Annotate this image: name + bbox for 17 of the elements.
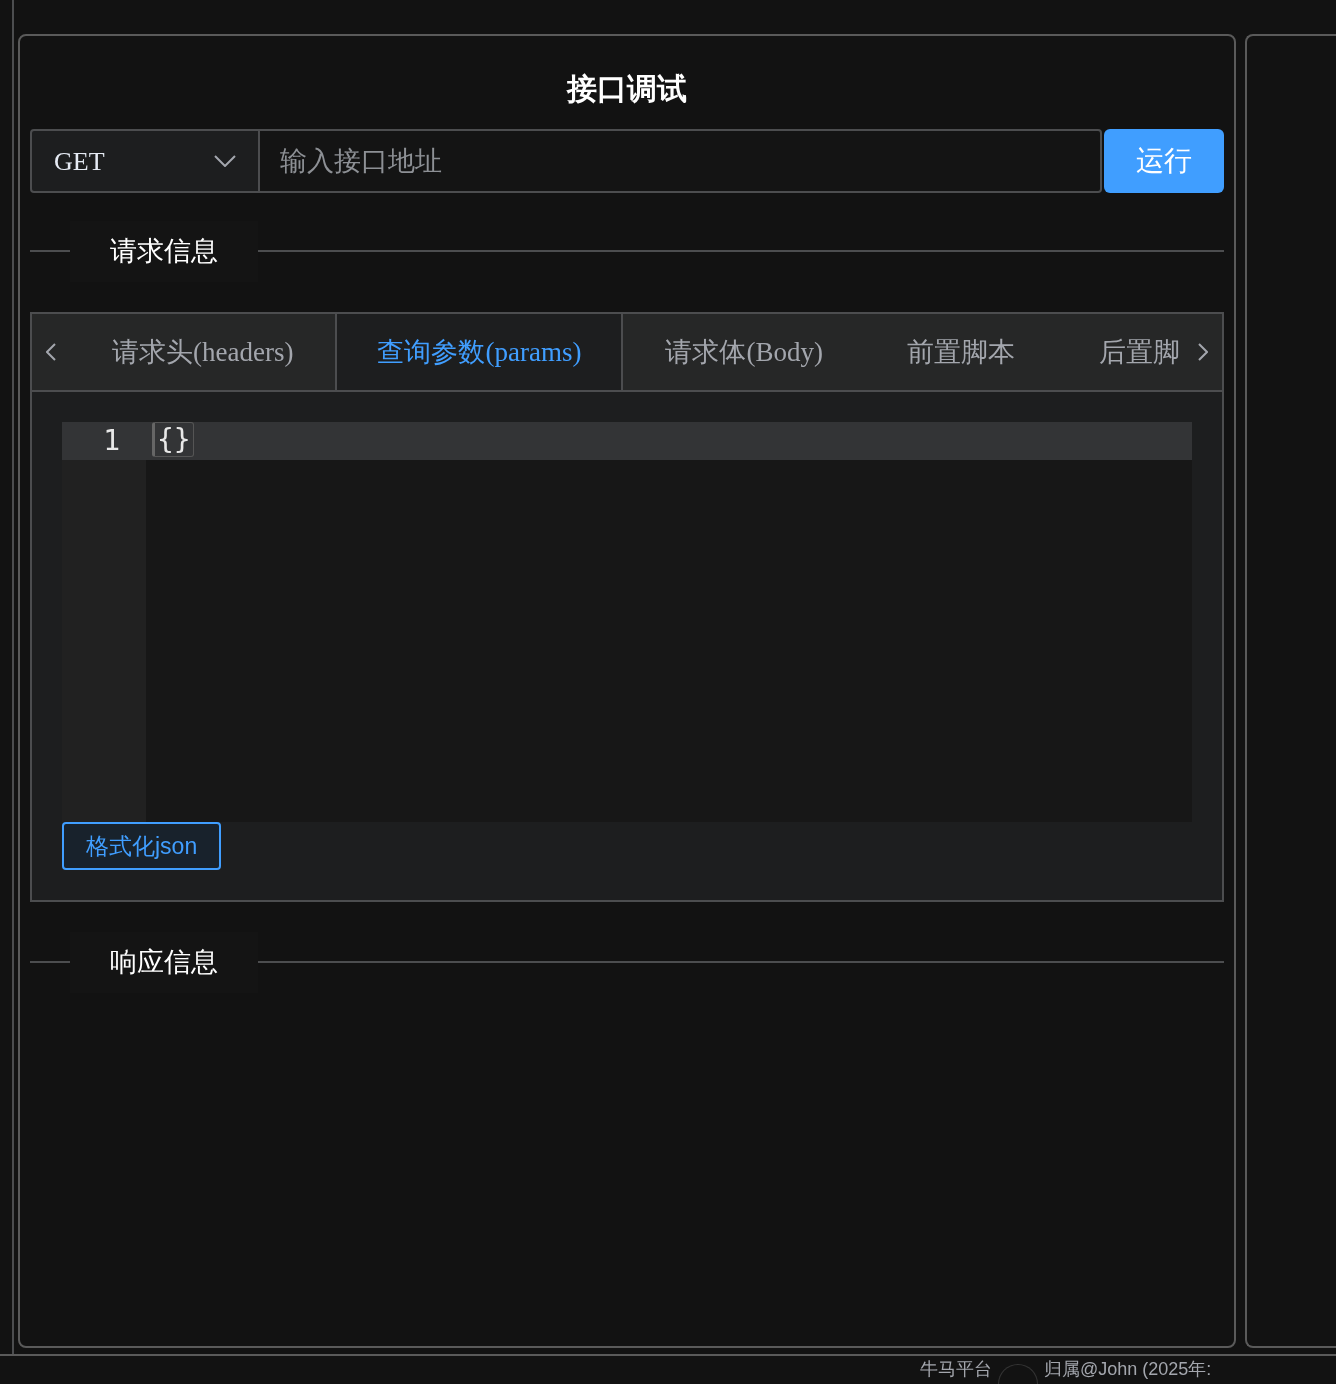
format-json-button[interactable]: 格式化json (62, 821, 222, 870)
tab[interactable]: 请求头(headers) (70, 313, 336, 390)
footer-text: 牛马平台 (920, 1358, 992, 1381)
tab[interactable]: 后置脚 (1056, 313, 1184, 390)
line-number: 1 (102, 422, 121, 459)
panel-title: 接口调试 (565, 71, 688, 107)
url-input-field[interactable]: 输入接口地址 (260, 129, 1102, 193)
tab[interactable]: 前置脚本 (864, 313, 1057, 390)
code-text: {} (152, 421, 194, 457)
tab[interactable]: 查询参数(params) (335, 313, 624, 390)
footer-text: 归属@John (2025年: (1044, 1358, 1212, 1381)
chevron-down-icon (214, 155, 236, 167)
code-editor[interactable]: 1 {} (62, 421, 1192, 822)
method-select[interactable]: GET (30, 129, 260, 193)
chevron-right-icon[interactable] (1198, 342, 1208, 361)
chevron-left-icon[interactable] (46, 342, 56, 361)
tab[interactable]: 请求体(Body) (623, 313, 865, 390)
